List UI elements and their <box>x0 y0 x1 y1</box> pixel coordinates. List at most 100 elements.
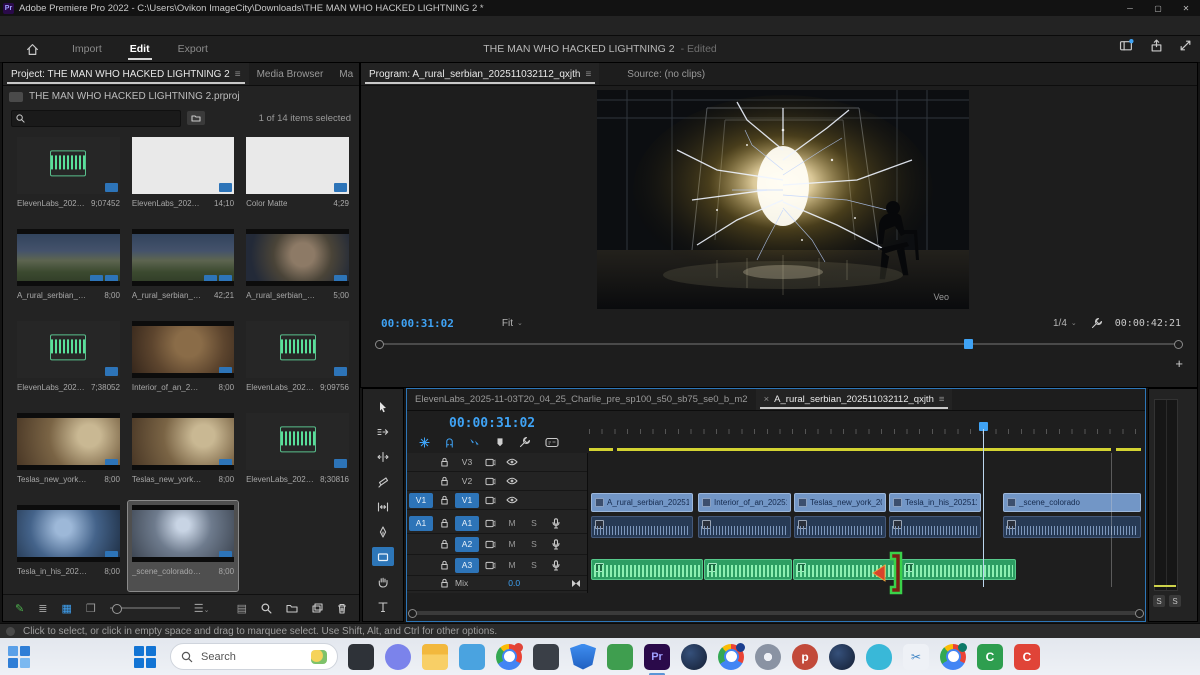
tab-import[interactable]: Import <box>58 36 116 62</box>
project-item[interactable]: ElevenLabs_2025-... 7;38052 <box>13 317 124 407</box>
track-lock-icon[interactable] <box>433 518 455 528</box>
voiceover-record-mic-icon[interactable] <box>545 539 567 550</box>
icon-view-button[interactable]: ▦ <box>61 602 71 615</box>
voiceover-clip[interactable] <box>704 559 792 580</box>
zoom-scroll-end-handle[interactable] <box>1135 609 1144 618</box>
program-playhead[interactable] <box>964 339 973 349</box>
snap-icon[interactable] <box>444 437 455 448</box>
taskbar-icon-green-app[interactable] <box>607 644 633 670</box>
video-clip[interactable]: _scene_colorado <box>1003 493 1141 512</box>
taskbar-icon-this-pc[interactable] <box>459 644 485 670</box>
project-file-name[interactable]: THE MAN WHO HACKED LIGHTNING 2.prproj <box>29 91 240 102</box>
new-bin-icon[interactable] <box>286 603 298 613</box>
track-a3-lane[interactable] <box>589 559 1141 580</box>
zoom-level-select[interactable]: Fit⌄ <box>502 318 523 329</box>
taskbar-icon-red-p-app[interactable]: p <box>792 644 818 670</box>
tab-export[interactable]: Export <box>164 36 222 62</box>
sync-lock-icon[interactable] <box>479 477 501 486</box>
video-clip[interactable]: Interior_of_an_2025110 <box>698 493 791 512</box>
tab-source[interactable]: Source: (no clips) <box>619 63 713 85</box>
taskbar-icon-chrome-profile-2[interactable] <box>718 644 744 670</box>
captions-icon[interactable] <box>545 437 559 448</box>
source-patch-badge[interactable]: A1 <box>409 516 433 531</box>
razor-tool[interactable] <box>372 472 394 491</box>
video-track-header[interactable]: V3 <box>407 453 587 472</box>
taskbar-icon-camtasia[interactable]: C <box>977 644 1003 670</box>
slip-tool[interactable] <box>372 497 394 516</box>
thumbnail-zoom-slider[interactable] <box>110 607 180 609</box>
track-target-badge[interactable]: A2 <box>455 537 479 552</box>
ripple-edit-tool[interactable] <box>372 447 394 466</box>
timeline-ruler[interactable] <box>589 413 1141 453</box>
track-lock-icon[interactable] <box>433 495 455 505</box>
selection-tool[interactable] <box>372 397 394 416</box>
new-item-icon[interactable] <box>312 603 323 613</box>
mute-button[interactable]: M <box>501 560 523 570</box>
sequence-tab-inactive[interactable]: ElevenLabs_2025-11-03T20_04_25_Charlie_p… <box>407 389 756 410</box>
track-target-badge[interactable]: A3 <box>455 558 479 573</box>
settings-wrench-icon[interactable] <box>1091 317 1103 329</box>
audio-clip[interactable] <box>591 516 693 538</box>
sort-icons-button[interactable]: ☰⌄ <box>194 602 210 615</box>
tab-project[interactable]: Project: THE MAN WHO HACKED LIGHTNING 2 … <box>3 63 249 85</box>
track-lock-icon[interactable] <box>433 457 455 467</box>
timeline-horizontal-scrollbar[interactable] <box>411 611 1141 615</box>
panel-menu-icon[interactable]: ≡ <box>235 69 241 80</box>
taskbar-icon-chrome-profile-3[interactable] <box>940 644 966 670</box>
video-clip[interactable]: Tesla_in_his_20251103 <box>889 493 981 512</box>
track-lock-icon[interactable] <box>433 560 455 570</box>
sync-lock-icon[interactable] <box>479 519 501 528</box>
home-icon[interactable] <box>26 43 39 56</box>
trim-out-handle[interactable] <box>867 551 907 595</box>
toggle-track-output-eye-icon[interactable] <box>501 458 523 466</box>
automate-to-sequence-button[interactable]: ▤ <box>237 602 247 615</box>
project-item[interactable]: Tesla_in_his_2025110... 8;00 <box>13 501 124 591</box>
program-timecode[interactable]: 00:00:31:02 <box>381 317 454 330</box>
minimize-button[interactable]: ─ <box>1116 4 1144 13</box>
type-tool[interactable] <box>372 597 394 616</box>
sync-lock-icon[interactable] <box>479 496 501 505</box>
sync-lock-icon[interactable] <box>479 458 501 467</box>
project-search-input[interactable] <box>29 112 176 124</box>
project-item[interactable]: Teslas_new_york_202... 8;00 <box>128 409 238 499</box>
list-view-button[interactable]: ≣ <box>38 602 47 615</box>
solo-left-button[interactable]: S <box>1153 595 1165 607</box>
track-v1-lane[interactable]: A_rural_serbian_20251 Interior_of_an_202… <box>589 493 1141 512</box>
sync-lock-icon[interactable] <box>479 561 501 570</box>
solo-button[interactable]: S <box>523 518 545 528</box>
sequence-tab-active[interactable]: × A_rural_serbian_202511032112_qxjth ≡ <box>756 389 953 410</box>
timeline-settings-wrench-icon[interactable] <box>519 436 531 448</box>
audio-track-header[interactable]: A1 A1 M S <box>407 513 587 534</box>
mute-button[interactable]: M <box>501 518 523 528</box>
tab-media-browser[interactable]: Media Browser <box>249 63 332 85</box>
mute-button[interactable]: M <box>501 539 523 549</box>
widgets-button[interactable] <box>8 646 30 668</box>
search-bin-button[interactable] <box>187 111 205 125</box>
playback-resolution-select[interactable]: 1/4⌄ <box>1053 318 1077 329</box>
video-clip[interactable]: Teslas_new_york_2025 <box>794 493 886 512</box>
taskbar-icon-dark-app[interactable] <box>533 644 559 670</box>
project-item[interactable]: ElevenLabs_2025-... 9;09756 <box>242 317 353 407</box>
taskbar-icon-red-c-app[interactable]: C <box>1014 644 1040 670</box>
scrubber-end-handle[interactable] <box>1174 340 1183 349</box>
taskbar-icon-task-view[interactable] <box>348 644 374 670</box>
linked-selection-icon[interactable] <box>469 437 481 448</box>
taskbar-icon-dark-circle-app[interactable] <box>681 644 707 670</box>
taskbar-icon-chrome[interactable] <box>496 644 522 670</box>
panel-menu-icon[interactable]: ≡ <box>939 394 945 405</box>
project-writable-icon[interactable]: ✎ <box>15 602 24 615</box>
video-track-header[interactable]: V2 <box>407 472 587 491</box>
video-track-header[interactable]: V1 V1 <box>407 491 587 510</box>
taskbar-icon-defender[interactable] <box>570 644 596 670</box>
voiceover-clip[interactable] <box>901 559 1016 580</box>
add-marker-icon[interactable] <box>495 437 505 448</box>
track-lock-icon[interactable] <box>433 539 455 549</box>
taskbar-icon-brain-app[interactable] <box>866 644 892 670</box>
voiceover-record-mic-icon[interactable] <box>545 518 567 529</box>
mix-track-header[interactable]: Mix 0.0 <box>407 576 587 591</box>
mix-volume-value[interactable]: 0.0 <box>508 578 520 588</box>
track-lock-icon[interactable] <box>433 578 455 588</box>
track-target-badge[interactable]: V1 <box>455 493 479 508</box>
keyframe-toggle-icon[interactable] <box>571 579 581 588</box>
project-item[interactable]: ElevenLabs_2025-... 8;30816 <box>242 409 353 499</box>
